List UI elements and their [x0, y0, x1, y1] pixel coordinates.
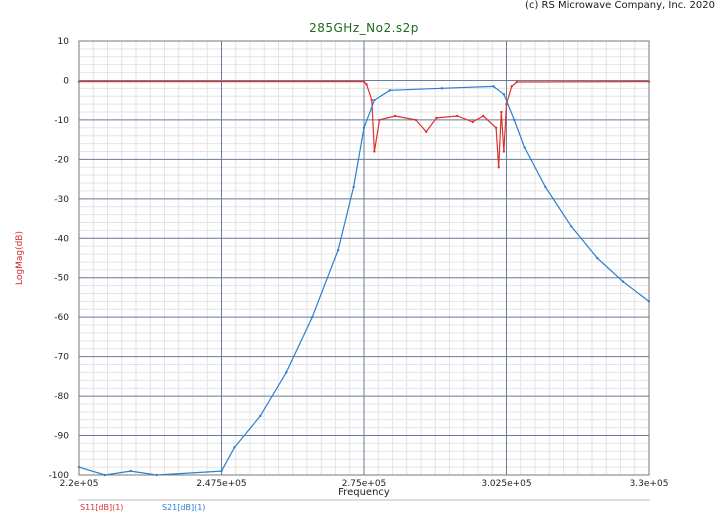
data-point: [393, 114, 397, 118]
data-point: [373, 98, 376, 102]
data-point: [595, 256, 599, 260]
x-tick-label: 2.2e+05: [60, 479, 99, 489]
grid: [78, 40, 650, 476]
data-point: [129, 469, 133, 473]
data-point: [500, 110, 503, 114]
legend-entry: S21[dB](1): [162, 503, 205, 512]
data-point: [285, 371, 288, 374]
data-point: [544, 185, 547, 189]
y-tick-label: -50: [54, 274, 69, 284]
data-point: [502, 93, 506, 96]
data-point: [502, 150, 506, 153]
legend: S11[dB](1) S21[dB](1): [80, 503, 205, 512]
data-point: [373, 150, 376, 153]
data-point: [378, 118, 381, 122]
y-tick-label: -30: [54, 195, 69, 205]
data-point: [414, 118, 418, 122]
data-point: [310, 315, 314, 319]
data-point: [365, 83, 368, 86]
data-point: [456, 114, 459, 118]
data-point: [388, 89, 392, 92]
data-point: [481, 114, 485, 118]
x-tick-label: 3.025e+05: [481, 479, 531, 489]
y-tick-label: 0: [63, 76, 69, 86]
chart-svg: (c) RS Microwave Company, Inc. 2020 285G…: [15, 0, 715, 512]
data-point: [370, 98, 373, 102]
y-tick-label: 10: [58, 37, 70, 47]
copyright-text: (c) RS Microwave Company, Inc. 2020: [525, 0, 715, 11]
data-point: [471, 120, 475, 124]
data-point: [494, 126, 498, 129]
y-tick-label: -80: [54, 392, 69, 402]
data-point: [492, 85, 495, 88]
x-axis-label: Frequency: [338, 487, 390, 498]
y-tick-label: -40: [54, 234, 69, 244]
data-point: [510, 85, 513, 88]
chart-title: 285GHz_No2.s2p: [309, 21, 419, 35]
data-point: [352, 185, 355, 189]
x-tick-label: 3.3e+05: [630, 479, 669, 489]
y-tick-label: -90: [54, 432, 69, 442]
legend-entry: S11[dB](1): [80, 503, 123, 512]
data-point: [497, 166, 500, 169]
data-point: [362, 126, 366, 129]
data-point: [440, 87, 443, 90]
data-point: [362, 80, 366, 83]
data-point: [220, 469, 223, 473]
y-tick-labels: 100-10-20-30-40-50-60-70-80-90-100: [49, 37, 70, 481]
data-point: [336, 248, 340, 252]
data-point: [259, 414, 262, 418]
data-point: [515, 80, 519, 84]
data-point: [523, 146, 526, 149]
data-point: [513, 118, 516, 122]
y-tick-label: -70: [54, 353, 69, 363]
y-tick-label: -60: [54, 313, 69, 323]
data-point: [424, 130, 428, 133]
y-tick-label: -10: [54, 116, 69, 126]
x-tick-label: 2.475e+05: [196, 479, 246, 489]
data-point: [621, 280, 625, 283]
data-point: [435, 116, 438, 120]
y-axis-label: LogMag(dB): [15, 231, 25, 285]
data-point: [570, 225, 573, 228]
y-tick-label: -20: [54, 155, 69, 165]
data-point: [233, 446, 236, 449]
